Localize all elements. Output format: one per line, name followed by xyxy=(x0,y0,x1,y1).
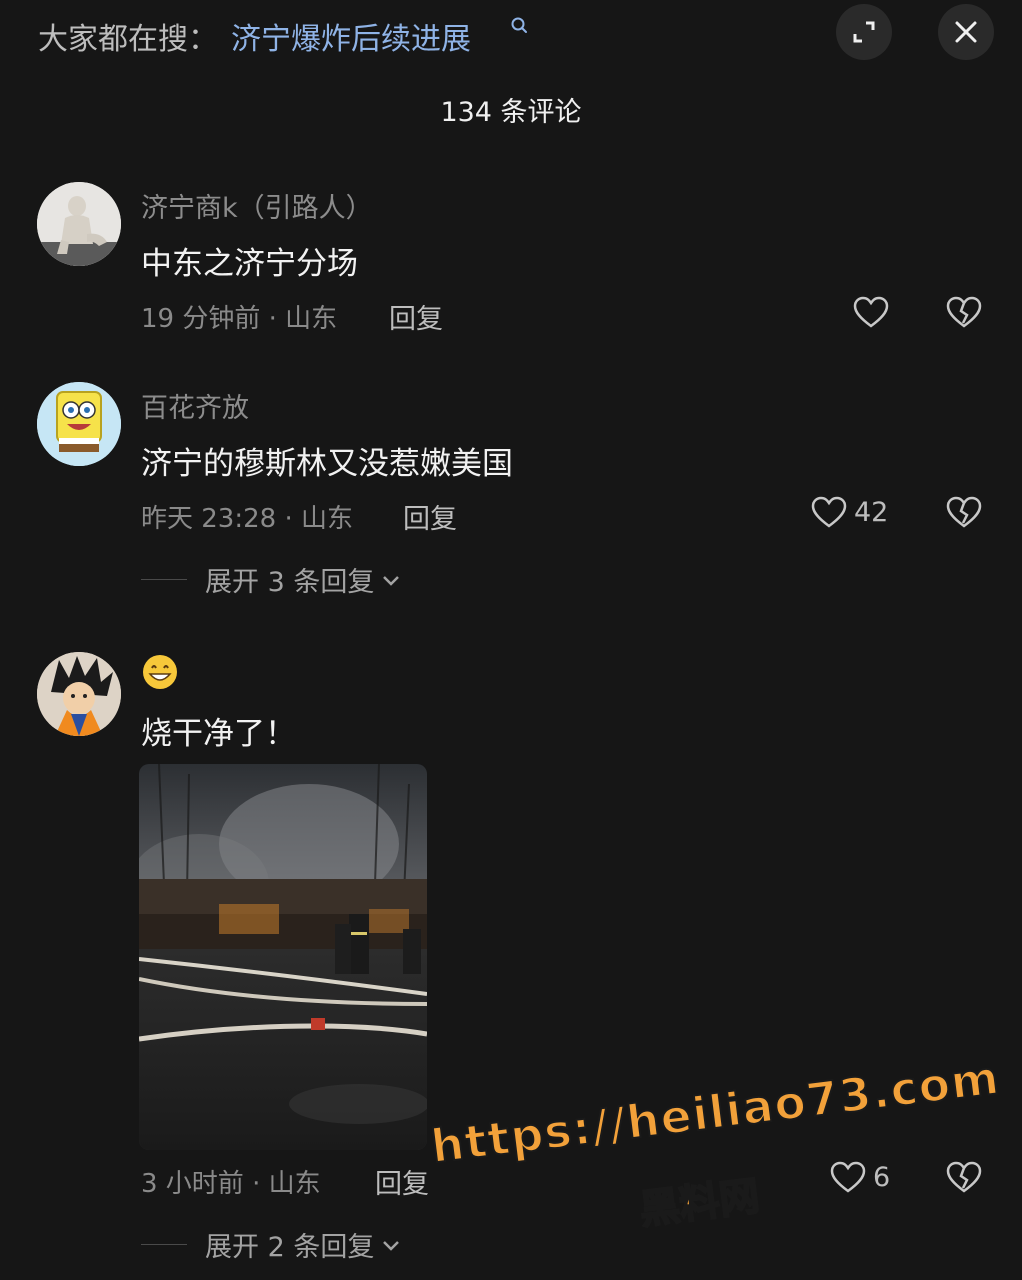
reply-button[interactable]: 回复 xyxy=(375,1162,429,1201)
top-bar: 大家都在搜： 济宁爆炸后续进展 xyxy=(0,0,1022,66)
watermark-url: https://heiliao73.com xyxy=(427,1049,1004,1174)
avatar-image xyxy=(37,382,121,466)
expand-replies-button[interactable]: 展开 3 条回复 xyxy=(141,560,402,599)
comment-meta: 3 小时前 · 山东 xyxy=(141,1169,321,1199)
comment-username[interactable]: 济宁商k（引路人） xyxy=(141,186,373,225)
avatar[interactable] xyxy=(37,382,121,466)
reply-button[interactable]: 回复 xyxy=(403,497,457,536)
like-button[interactable]: 42 xyxy=(810,495,888,529)
comment-text: 烧干净了！ xyxy=(141,716,296,752)
close-icon xyxy=(955,21,977,43)
broken-heart-icon xyxy=(946,296,982,328)
divider xyxy=(141,1244,187,1245)
expand-replies-button[interactable]: 展开 2 条回复 xyxy=(141,1225,402,1264)
reply-button[interactable]: 回复 xyxy=(389,297,443,336)
search-icon[interactable] xyxy=(510,16,530,38)
grinning-face-icon xyxy=(143,655,177,689)
dislike-button[interactable] xyxy=(945,1160,983,1198)
like-button[interactable]: 6 xyxy=(829,1160,890,1194)
expand-replies-label: 展开 2 条回复 xyxy=(205,1232,375,1263)
search-suggestion-topic[interactable]: 济宁爆炸后续进展 xyxy=(231,14,471,58)
comment-count-title: 134 条评论 xyxy=(440,97,582,128)
dislike-button[interactable] xyxy=(945,495,983,533)
search-suggestion-label: 大家都在搜： xyxy=(38,22,218,57)
chevron-down-icon xyxy=(383,575,400,586)
expand-replies-label: 展开 3 条回复 xyxy=(205,567,375,598)
comment-meta: 19 分钟前 · 山东 xyxy=(141,304,338,334)
broken-heart-icon xyxy=(946,496,982,528)
comment-meta: 昨天 23:28 · 山东 xyxy=(141,504,353,534)
avatar-image xyxy=(37,182,121,266)
comment-photo[interactable] xyxy=(139,764,427,1150)
avatar-image xyxy=(37,652,121,736)
watermark-name: 黑料网 xyxy=(636,1172,763,1234)
like-count: 6 xyxy=(873,1161,891,1193)
like-count: 42 xyxy=(854,496,889,528)
comment-text: 济宁的穆斯林又没惹嫩美国 xyxy=(141,446,513,482)
broken-heart-icon xyxy=(946,1161,982,1193)
heart-icon xyxy=(811,496,847,528)
watermark: https://heiliao73.com 黑料网 xyxy=(427,1049,1004,1236)
close-button[interactable] xyxy=(938,4,994,60)
dislike-button[interactable] xyxy=(945,295,983,333)
fullscreen-icon xyxy=(853,21,875,43)
chevron-down-icon xyxy=(383,1240,400,1251)
like-button[interactable] xyxy=(852,295,890,329)
divider xyxy=(141,579,187,580)
fire-scene-image xyxy=(139,764,427,1150)
heart-icon xyxy=(830,1161,866,1193)
heart-icon xyxy=(853,296,889,328)
avatar[interactable] xyxy=(37,652,121,736)
avatar[interactable] xyxy=(37,182,121,266)
expand-button[interactable] xyxy=(836,4,892,60)
comment-username[interactable]: 百花齐放 xyxy=(141,386,249,425)
comment-text: 中东之济宁分场 xyxy=(141,246,358,282)
